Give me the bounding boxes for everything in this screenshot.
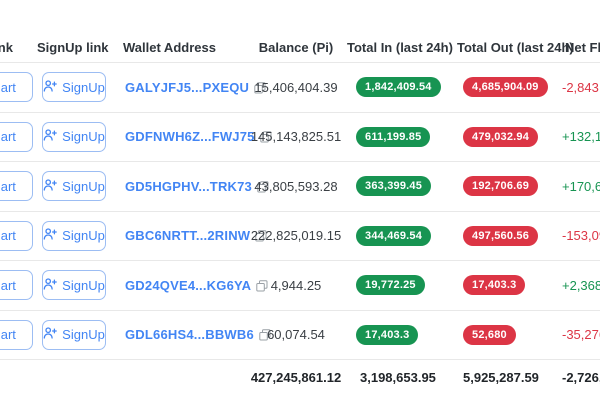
column-header-signup-link: SignUp link [35, 40, 120, 56]
signup-button[interactable]: SignUp [42, 72, 106, 102]
person-add-icon [43, 326, 57, 343]
net-flow-value: -2,843,494.55 [562, 80, 600, 95]
totals-balance: 427,245,861.12 [245, 370, 347, 385]
total-out-badge: 17,403.3 [463, 275, 525, 295]
table-row: Chart SignUp GD5HGPHV...TRK73 [0, 162, 600, 212]
chart-button[interactable]: Chart [0, 171, 33, 201]
column-header-chart-link: Chart link [0, 40, 35, 56]
wallet-address-link[interactable]: GD5HGPHV...TRK73 [125, 179, 252, 194]
chart-button[interactable]: Chart [0, 320, 33, 350]
person-add-icon [43, 79, 57, 96]
total-out-badge: 479,032.94 [463, 127, 538, 147]
table-row: Chart SignUp GDL66HS4...BBWB6 [0, 311, 600, 361]
net-flow-value: +170,692.76 [562, 179, 600, 194]
chart-button[interactable]: Chart [0, 72, 33, 102]
signup-button[interactable]: SignUp [42, 122, 106, 152]
wallet-address-link[interactable]: GBC6NRTT...2RINW [125, 228, 250, 243]
column-header-balance: Balance (Pi) [245, 40, 347, 56]
total-in-badge: 17,403.3 [356, 325, 418, 345]
totals-total-in: 3,198,653.95 [347, 370, 457, 385]
signup-button[interactable]: SignUp [42, 221, 106, 251]
table-row: Chart SignUp GBC6NRTT...2RINW [0, 212, 600, 262]
column-header-net-flow: Net Flow [562, 40, 600, 56]
wallet-address-link[interactable]: GD24QVE4...KG6YA [125, 278, 251, 293]
signup-button-label: SignUp [62, 228, 105, 243]
signup-button-label: SignUp [62, 327, 105, 342]
table-row: Chart SignUp GALYJFJ5...PXEQU [0, 63, 600, 113]
totals-row: 427,245,861.12 3,198,653.95 5,925,287.59… [0, 360, 600, 400]
signup-button[interactable]: SignUp [42, 270, 106, 300]
net-flow-value: -35,276.7 [562, 327, 600, 342]
total-out-badge: 192,706.69 [463, 176, 538, 196]
total-in-badge: 344,469.54 [356, 226, 431, 246]
total-out-badge: 4,685,904.09 [463, 77, 548, 97]
signup-button-label: SignUp [62, 80, 105, 95]
table-row: Chart SignUp GDFNWH6Z...FWJ75 [0, 113, 600, 163]
balance-value: 4,944.25 [245, 278, 347, 293]
balance-value: 222,825,019.15 [245, 228, 347, 243]
total-in-badge: 19,772.25 [356, 275, 425, 295]
wallet-address-link[interactable]: GALYJFJ5...PXEQU [125, 80, 249, 95]
person-add-icon [43, 178, 57, 195]
net-flow-value: +2,368.95 [562, 278, 600, 293]
balance-value: 15,406,404.39 [245, 80, 347, 95]
signup-button-label: SignUp [62, 278, 105, 293]
total-out-badge: 497,560.56 [463, 226, 538, 246]
balance-value: 145,143,825.51 [245, 129, 347, 144]
chart-button[interactable]: Chart [0, 221, 33, 251]
wallet-table-viewport: Chart link SignUp link Wallet Address Ba… [0, 0, 600, 400]
column-header-total-in: Total In (last 24h) [347, 40, 457, 56]
wallet-address-link[interactable]: GDL66HS4...BBWB6 [125, 327, 254, 342]
person-add-icon [43, 277, 57, 294]
balance-value: 43,805,593.28 [245, 179, 347, 194]
table-body: Chart SignUp GALYJFJ5...PXEQU [0, 63, 600, 360]
net-flow-value: -153,091.02 [562, 228, 600, 243]
signup-button-label: SignUp [62, 129, 105, 144]
table-header-row: Chart link SignUp link Wallet Address Ba… [0, 40, 600, 63]
net-flow-value: +132,166.91 [562, 129, 600, 144]
chart-button[interactable]: Chart [0, 270, 33, 300]
chart-button[interactable]: Chart [0, 122, 33, 152]
total-in-badge: 1,842,409.54 [356, 77, 441, 97]
total-out-badge: 52,680 [463, 325, 516, 345]
person-add-icon [43, 128, 57, 145]
balance-value: 60,074.54 [245, 327, 347, 342]
person-add-icon [43, 227, 57, 244]
wallet-table: Chart link SignUp link Wallet Address Ba… [0, 0, 600, 400]
total-in-badge: 363,399.45 [356, 176, 431, 196]
totals-net-flow: -2,726,633.64 [562, 370, 600, 385]
total-in-badge: 611,199.85 [356, 127, 430, 147]
totals-total-out: 5,925,287.59 [457, 370, 562, 385]
wallet-address-link[interactable]: GDFNWH6Z...FWJ75 [125, 129, 255, 144]
signup-button[interactable]: SignUp [42, 171, 106, 201]
column-header-wallet-address: Wallet Address [120, 40, 245, 56]
signup-button[interactable]: SignUp [42, 320, 106, 350]
signup-button-label: SignUp [62, 179, 105, 194]
column-header-total-out: Total Out (last 24h) [457, 40, 562, 56]
table-row: Chart SignUp GD24QVE4...KG6YA [0, 261, 600, 311]
